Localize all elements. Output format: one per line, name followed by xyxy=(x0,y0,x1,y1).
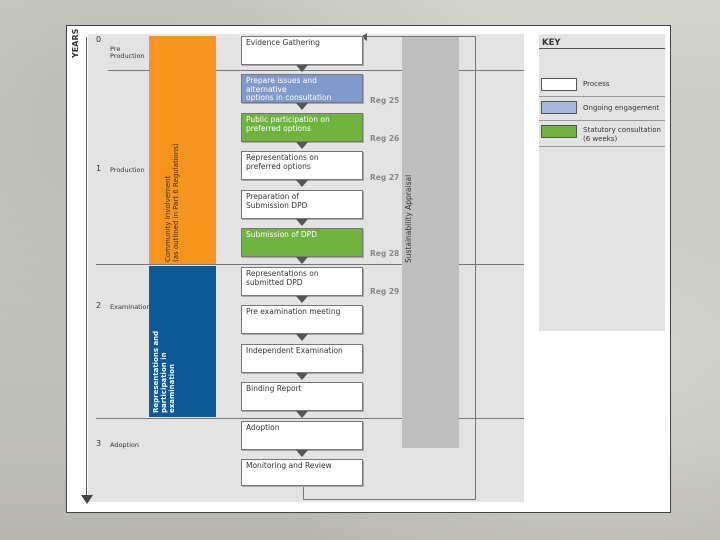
stage-2-label: Examination xyxy=(110,303,151,311)
feedback-loop-line xyxy=(363,36,475,37)
key-title: KEY xyxy=(542,38,561,48)
sustainability-appraisal-label: Sustainability Appraisal xyxy=(404,174,413,263)
flow-arrow xyxy=(296,142,308,149)
flow-arrow xyxy=(296,257,308,264)
step-representations-submitted: Representations on submitted DPD xyxy=(241,267,363,296)
stage-0-label-line2: Production xyxy=(110,52,145,60)
key-label-statutory-line2: (6 weeks) xyxy=(583,135,618,143)
flow-arrow xyxy=(296,411,308,418)
flow-arrow xyxy=(296,180,308,187)
flow-arrow xyxy=(296,296,308,303)
flow-arrow xyxy=(296,334,308,341)
step-public-participation: Public participation on preferred options xyxy=(241,113,363,142)
years-label: YEARS xyxy=(71,28,80,58)
years-axis-arrow xyxy=(81,495,93,504)
step-independent-examination: Independent Examination xyxy=(241,344,363,373)
years-axis-line xyxy=(86,37,87,497)
flow-arrow xyxy=(296,103,308,110)
key-divider xyxy=(539,146,665,147)
key-divider xyxy=(539,120,665,121)
step-adoption: Adoption xyxy=(241,421,363,450)
stage-1-number: 1 xyxy=(96,164,102,173)
step-pre-examination-meeting: Pre examination meeting xyxy=(241,305,363,334)
stage-1-label: Production xyxy=(110,166,145,174)
community-involvement-bar xyxy=(149,36,216,264)
key-label-statutory-line1: Statutory consultation xyxy=(583,126,661,134)
key-swatch-process xyxy=(541,78,577,91)
reg-label: Reg 27 xyxy=(370,173,400,182)
key-swatch-engagement xyxy=(541,101,577,114)
key-divider xyxy=(539,96,665,97)
step-representations-preferred: Representations on preferred options xyxy=(241,151,363,180)
reg-label: Reg 25 xyxy=(370,96,400,105)
step-preparation-submission: Preparation of Submission DPD xyxy=(241,190,363,219)
key-label-process: Process xyxy=(583,80,610,88)
stage-divider xyxy=(96,418,524,419)
stage-2-number: 2 xyxy=(96,301,102,310)
step-evidence-gathering: Evidence Gathering xyxy=(241,36,363,65)
flow-arrow xyxy=(296,450,308,457)
step-monitoring-review: Monitoring and Review xyxy=(241,459,363,486)
key-swatch-statutory xyxy=(541,125,577,138)
reg-label: Reg 28 xyxy=(370,249,400,258)
flow-arrow xyxy=(296,219,308,226)
feedback-loop-line xyxy=(303,499,476,500)
key-label-engagement: Ongoing engagement xyxy=(583,104,660,112)
feedback-loop-line xyxy=(475,36,476,500)
stage-3-number: 3 xyxy=(96,439,102,448)
stage-divider xyxy=(96,264,524,265)
community-involvement-label: Community Involvement (as outlined in Pa… xyxy=(164,143,180,262)
flow-arrow xyxy=(296,65,308,72)
flow-arrow xyxy=(296,373,308,380)
feedback-loop-line xyxy=(303,485,304,500)
representations-label: Representations and participation in exa… xyxy=(152,330,176,413)
stage-0-number: 0 xyxy=(96,35,102,44)
step-prepare-issues: Prepare issues and alternative options in… xyxy=(241,74,363,103)
reg-label: Reg 29 xyxy=(370,287,400,296)
reg-label: Reg 26 xyxy=(370,134,400,143)
step-submission-dpd: Submission of DPD xyxy=(241,228,363,257)
step-binding-report: Binding Report xyxy=(241,382,363,411)
stage-3-label: Adoption xyxy=(110,441,140,449)
key-divider xyxy=(539,48,665,49)
